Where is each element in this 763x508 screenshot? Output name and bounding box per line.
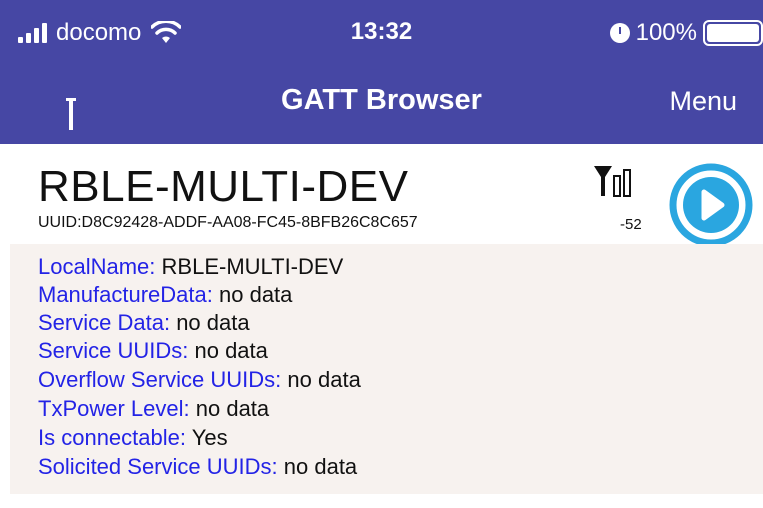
- adv-row: LocalName: RBLE-MULTI-DEV: [38, 254, 343, 280]
- menu-button[interactable]: Menu: [669, 86, 737, 117]
- adv-key: Service UUIDs:: [38, 338, 189, 363]
- alarm-icon: [609, 23, 630, 43]
- device-name: RBLE-MULTI-DEV: [38, 162, 409, 211]
- adv-row: ManufactureData: no data: [38, 282, 292, 308]
- adv-row: Service Data: no data: [38, 310, 250, 336]
- device-header[interactable]: RBLE-MULTI-DEV UUID:D8C92428-ADDF-AA08-F…: [0, 144, 763, 247]
- adv-key: Service Data:: [38, 310, 171, 335]
- signal-strength-icon: [594, 166, 631, 197]
- status-right: 100%: [609, 18, 763, 48]
- adv-key: Is connectable:: [38, 425, 186, 450]
- adv-key: Overflow Service UUIDs:: [38, 367, 282, 392]
- rssi-value: -52: [620, 216, 642, 233]
- adv-key: Solicited Service UUIDs:: [38, 454, 278, 479]
- adv-row: Service UUIDs: no data: [38, 338, 268, 364]
- battery-percent: 100%: [635, 19, 697, 46]
- battery-icon: [703, 20, 763, 46]
- device-uuid: UUID:D8C92428-ADDF-AA08-FC45-8BFB26C8C65…: [38, 214, 418, 231]
- adv-key: ManufactureData:: [38, 282, 213, 307]
- adv-value: Yes: [191, 425, 228, 450]
- adv-value: no data: [194, 338, 268, 363]
- play-circle-icon[interactable]: [668, 162, 754, 248]
- adv-value: no data: [287, 367, 361, 392]
- advertisement-details: LocalName: RBLE-MULTI-DEV ManufactureDat…: [10, 244, 763, 494]
- adv-row: TxPower Level: no data: [38, 396, 269, 422]
- adv-value: no data: [195, 396, 270, 421]
- adv-row: Overflow Service UUIDs: no data: [38, 367, 361, 393]
- page-title: GATT Browser: [281, 84, 482, 116]
- adv-key: LocalName:: [38, 254, 156, 279]
- adv-value: no data: [219, 282, 293, 307]
- adv-row: Is connectable: Yes: [38, 425, 228, 451]
- adv-row: Solicited Service UUIDs: no data: [38, 454, 357, 480]
- adv-value: RBLE-MULTI-DEV: [161, 254, 344, 279]
- adv-value: no data: [283, 454, 358, 479]
- navigation-bar: GATT Browser Menu: [0, 66, 763, 144]
- adv-key: TxPower Level:: [38, 396, 190, 421]
- adv-value: no data: [176, 310, 250, 335]
- status-bar: docomo 13:32 100%: [0, 0, 763, 66]
